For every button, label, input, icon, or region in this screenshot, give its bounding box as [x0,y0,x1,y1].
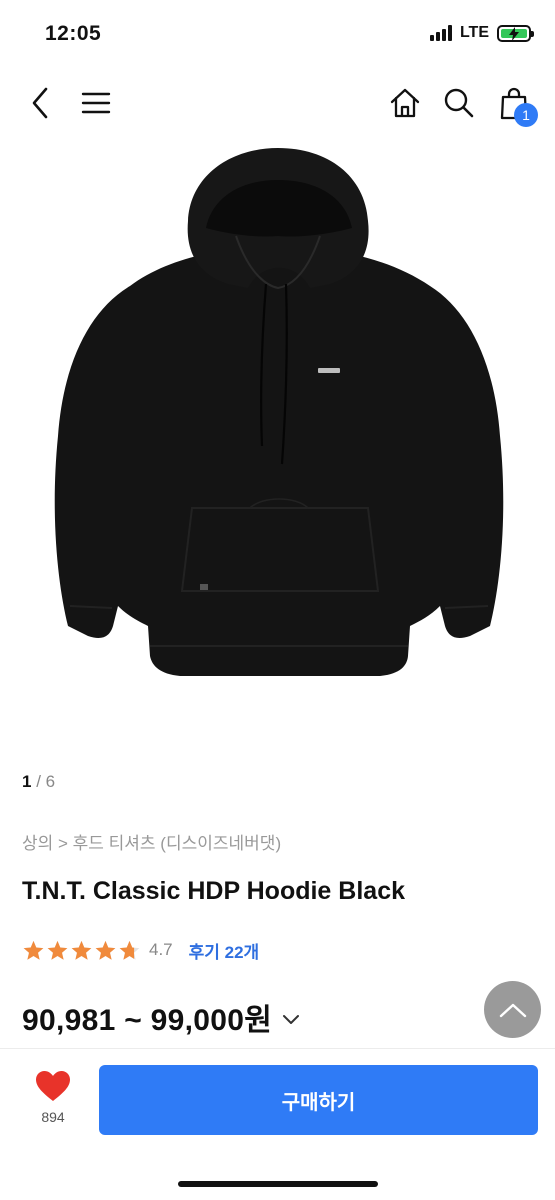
back-button[interactable] [22,84,58,122]
rating-stars [22,939,141,962]
network-type: LTE [459,24,489,41]
chevron-left-icon [32,87,48,119]
hamburger-menu-icon [81,92,111,114]
top-navigation [0,70,555,136]
product-image[interactable] [0,136,555,746]
heart-icon [36,1071,70,1101]
star-icon [119,940,140,960]
search-icon [444,88,474,118]
image-pager-separator: / [31,772,46,791]
bottom-bar-divider [0,1048,555,1049]
search-button[interactable] [440,84,478,122]
cellular-signal-icon [429,25,452,41]
menu-button[interactable] [78,84,114,122]
home-button[interactable] [386,84,424,122]
status-indicators: LTE [429,24,534,42]
price-range: 90,981 ~ 99,000원 [22,1004,273,1037]
status-time: 12:05 [45,22,102,45]
total-images: 6 [45,772,56,791]
star-icon [95,940,116,960]
price-row[interactable]: 90,981 ~ 99,000원 [22,995,300,1039]
scroll-to-top-button[interactable] [484,981,541,1038]
status-bar: 12:05 LTE [0,0,555,70]
image-pager: 1 / 6 [22,772,55,792]
rating-row: 4.7 후기 22개 [22,936,259,964]
chevron-down-icon [283,1015,300,1024]
star-icon [71,940,92,960]
home-indicator [178,1181,378,1187]
like-count: 894 [41,1109,65,1125]
product-title: T.N.T. Classic HDP Hoodie Black [22,877,405,905]
home-icon [390,88,420,118]
star-icon [47,940,68,960]
rating-value: 4.7 [149,940,173,959]
category-breadcrumb[interactable]: 상의 > 후드 티셔츠 (디스이즈네버댓) [22,829,281,854]
hoodie-illustration [54,148,504,676]
buy-button[interactable]: 구매하기 [99,1065,538,1135]
chevron-up-icon [499,1003,526,1017]
cart-count-badge: 1 [514,103,538,127]
charging-bolt-icon [509,26,519,41]
chest-logo [318,368,340,373]
star-icon [23,940,44,960]
like-button[interactable]: 894 [22,1070,84,1134]
battery-icon [497,24,534,42]
reviews-link[interactable]: 후기 22개 [189,938,260,963]
